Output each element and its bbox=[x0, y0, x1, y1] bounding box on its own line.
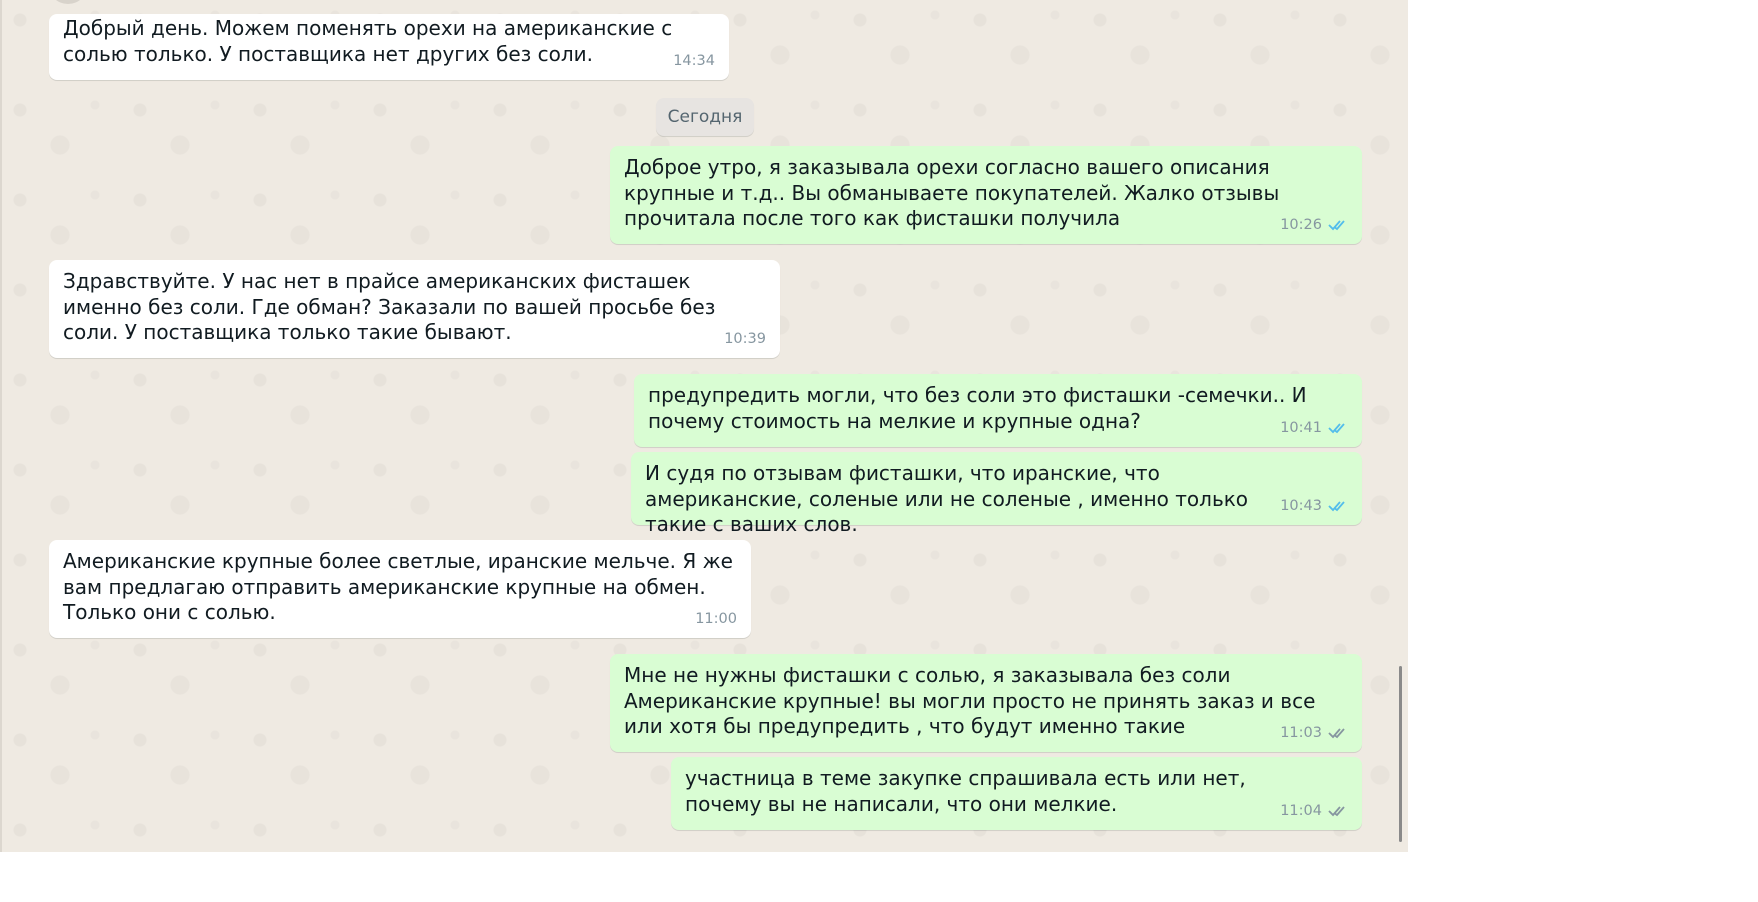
message-incoming[interactable]: Добрый день. Можем поменять орехи на аме… bbox=[49, 14, 729, 80]
message-meta: 14:34 bbox=[673, 49, 715, 75]
double-check-icon bbox=[1328, 728, 1345, 739]
scrollbar[interactable] bbox=[1399, 666, 1402, 842]
double-check-icon bbox=[1328, 806, 1345, 817]
message-meta: 10:39 bbox=[724, 327, 766, 353]
message-time: 10:43 bbox=[1280, 497, 1322, 514]
message-time: 11:00 bbox=[695, 610, 737, 627]
double-check-icon bbox=[1328, 501, 1345, 512]
message-outgoing[interactable]: Мне не нужны фисташки с солью, я заказыв… bbox=[610, 654, 1362, 752]
message-text: И судя по отзывам фисташки, что иранские… bbox=[645, 461, 1249, 536]
message-meta: 11:00 bbox=[695, 607, 737, 633]
message-text: Доброе утро, я заказывала орехи согласно… bbox=[624, 155, 1280, 230]
message-text: Американские крупные более светлые, иран… bbox=[63, 549, 733, 624]
message-outgoing[interactable]: предупредить могли, что без соли это фис… bbox=[634, 374, 1362, 447]
message-time: 10:26 bbox=[1280, 216, 1322, 233]
message-time: 11:03 bbox=[1280, 724, 1322, 741]
message-text: Здравствуйте. У нас нет в прайсе америка… bbox=[63, 269, 716, 344]
message-meta: 10:26 bbox=[1280, 213, 1348, 239]
message-text: участница в теме закупке спрашивала есть… bbox=[685, 766, 1246, 816]
message-meta: 10:41 bbox=[1280, 416, 1348, 442]
message-time: 10:39 bbox=[724, 330, 766, 347]
message-meta: 11:04 bbox=[1280, 799, 1348, 825]
avatar[interactable] bbox=[48, 0, 88, 4]
message-meta: 10:43 bbox=[1280, 494, 1348, 520]
message-time: 14:34 bbox=[673, 52, 715, 69]
message-text: Мне не нужны фисташки с солью, я заказыв… bbox=[624, 663, 1316, 738]
message-time: 10:41 bbox=[1280, 419, 1322, 436]
message-outgoing[interactable]: участница в теме закупке спрашивала есть… bbox=[671, 757, 1362, 830]
message-text: Добрый день. Можем поменять орехи на аме… bbox=[63, 16, 673, 66]
date-separator: Сегодня bbox=[656, 98, 754, 136]
double-check-icon bbox=[1328, 220, 1345, 231]
message-meta: 11:03 bbox=[1280, 721, 1348, 747]
double-check-icon bbox=[1328, 423, 1345, 434]
panel-divider bbox=[0, 0, 2, 852]
message-time: 11:04 bbox=[1280, 802, 1322, 819]
message-incoming[interactable]: Здравствуйте. У нас нет в прайсе америка… bbox=[49, 260, 780, 358]
message-outgoing[interactable]: Доброе утро, я заказывала орехи согласно… bbox=[610, 146, 1362, 244]
message-outgoing[interactable]: И судя по отзывам фисташки, что иранские… bbox=[631, 452, 1362, 536]
message-incoming[interactable]: Американские крупные более светлые, иран… bbox=[49, 540, 751, 638]
message-text: предупредить могли, что без соли это фис… bbox=[648, 383, 1307, 433]
chat-panel: Добрый день. Можем поменять орехи на аме… bbox=[0, 0, 1408, 852]
